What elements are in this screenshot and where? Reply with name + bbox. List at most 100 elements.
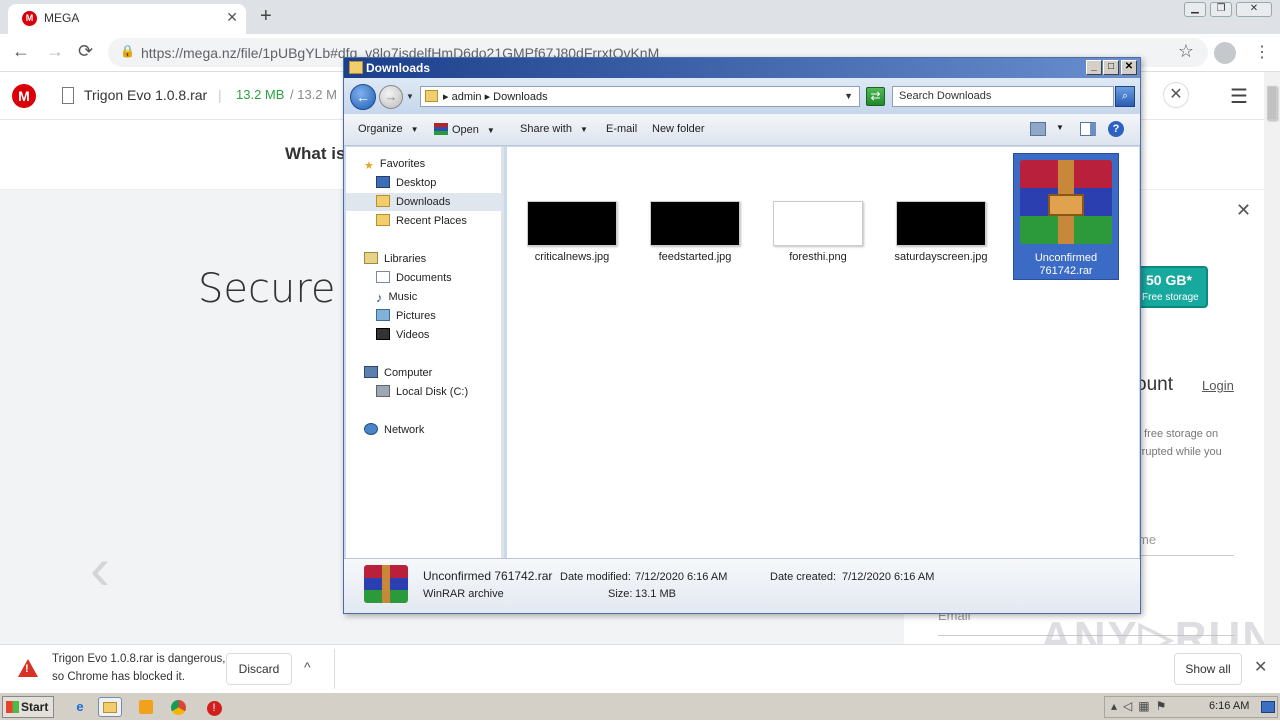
details-size: 13.1 MB — [635, 588, 676, 600]
nav-desktop[interactable]: Desktop — [376, 174, 436, 192]
mega-logo[interactable]: M — [12, 84, 36, 108]
shelf-close-icon[interactable]: ✕ — [1254, 657, 1267, 677]
restore-button[interactable]: ❐ — [1210, 2, 1232, 17]
image-thumbnail — [527, 201, 617, 246]
warning-icon: ! — [18, 659, 38, 677]
explorer-search-input[interactable]: Search Downloads — [892, 86, 1114, 107]
recent-pages-dropdown-icon[interactable]: ▼ — [406, 92, 414, 101]
email-button[interactable]: E-mail — [606, 123, 637, 135]
total-size: / 13.2 M — [290, 87, 337, 102]
nav-label: Documents — [396, 272, 452, 284]
mega-close-button[interactable]: ✕ — [1163, 82, 1189, 108]
back-button[interactable]: ← — [12, 41, 30, 62]
nav-label: Music — [388, 291, 418, 303]
nav-favorites[interactable]: ★ Favorites — [364, 155, 425, 173]
nav-downloads[interactable]: Downloads — [346, 193, 501, 211]
search-icon[interactable]: ⌕ — [1115, 86, 1135, 107]
page-scrollbar[interactable] — [1264, 72, 1280, 644]
new-tab-button[interactable]: + — [260, 5, 272, 28]
chrome-taskbar-icon[interactable] — [166, 697, 190, 717]
start-button[interactable]: Start — [2, 696, 54, 718]
system-tray: ▴◁▦⚑ 6:16 AM — [1104, 696, 1278, 718]
help-icon[interactable]: ? — [1108, 121, 1124, 137]
minimize-button[interactable]: ▁ — [1184, 2, 1206, 17]
file-item-foresthi[interactable]: foresthi.png — [765, 201, 871, 271]
tab-mega[interactable]: M MEGA ✕ — [8, 4, 246, 34]
nav-libraries[interactable]: Libraries — [364, 250, 426, 268]
file-item-criticalnews[interactable]: criticalnews.jpg — [519, 201, 625, 271]
scrollbar-thumb[interactable] — [1267, 86, 1277, 120]
file-label-line2: 761742.rar — [1039, 265, 1093, 277]
explorer-close-button[interactable]: ✕ — [1121, 60, 1137, 75]
share-with-button[interactable]: Share with ▼ — [520, 123, 588, 135]
forward-button[interactable]: → — [46, 41, 64, 62]
media-player-icon[interactable] — [134, 697, 158, 717]
show-all-button[interactable]: Show all — [1174, 653, 1242, 685]
image-thumbnail — [650, 201, 740, 246]
nav-videos[interactable]: Videos — [376, 326, 429, 344]
discard-button[interactable]: Discard — [226, 653, 292, 685]
recent-places-icon — [376, 214, 390, 226]
what-is-heading[interactable]: What is — [285, 144, 345, 164]
tab-title: MEGA — [44, 11, 80, 25]
file-item-unconfirmed-rar[interactable]: Unconfirmed 761742.rar — [1013, 153, 1119, 280]
show-desktop-icon[interactable] — [1261, 701, 1275, 713]
tray-icons[interactable]: ▴◁▦⚑ — [1111, 699, 1172, 713]
explorer-title: Downloads — [366, 61, 431, 75]
clock[interactable]: 6:16 AM — [1209, 700, 1249, 712]
explorer-back-button[interactable]: ← — [350, 84, 376, 110]
nav-pictures[interactable]: Pictures — [376, 307, 436, 325]
view-dropdown-icon[interactable]: ▼ — [1056, 123, 1064, 132]
panel-close-icon[interactable]: ✕ — [1236, 200, 1251, 221]
nav-network[interactable]: Network — [364, 421, 424, 439]
stop-icon[interactable]: ! — [202, 697, 226, 717]
organize-button[interactable]: Organize ▼ — [358, 123, 419, 135]
preview-pane-icon[interactable] — [1080, 122, 1096, 136]
explorer-command-bar: Organize ▼ Open ▼ Share with ▼ E-mail New f… — [344, 114, 1140, 146]
close-window-button[interactable]: ✕ — [1236, 2, 1272, 17]
videos-icon — [376, 328, 390, 340]
refresh-icon[interactable]: ⇄ — [866, 87, 885, 106]
tab-close-icon[interactable]: ✕ — [226, 9, 238, 26]
reload-button[interactable]: ⟳ — [78, 41, 93, 62]
profile-avatar[interactable] — [1214, 42, 1236, 64]
view-options-icon[interactable] — [1030, 122, 1046, 136]
libraries-icon — [364, 252, 378, 264]
file-name: Trigon Evo 1.0.8.rar — [84, 87, 208, 103]
new-folder-button[interactable]: New folder — [652, 123, 705, 135]
share-with-label: Share with — [520, 123, 572, 135]
explorer-minimize-button[interactable]: _ — [1086, 60, 1102, 75]
nav-computer[interactable]: Computer — [364, 364, 432, 382]
explorer-window: Downloads _ □ ✕ ← → ▼ ▸ admin ▸ Download… — [343, 57, 1141, 614]
nav-documents[interactable]: Documents — [376, 269, 452, 287]
explorer-forward-button[interactable]: → — [379, 85, 403, 109]
documents-icon — [376, 271, 390, 283]
explorer-maximize-button[interactable]: □ — [1103, 60, 1119, 75]
nav-music[interactable]: ♪ Music — [376, 288, 417, 306]
folder-icon — [349, 61, 363, 74]
carousel-prev-icon[interactable]: ‹ — [90, 534, 110, 603]
file-item-saturdayscreen[interactable]: saturdayscreen.jpg — [888, 201, 994, 271]
explorer-taskbar-icon[interactable] — [98, 697, 122, 717]
login-link[interactable]: Login — [1202, 378, 1234, 393]
breadcrumb[interactable]: ▸ admin ▸ Downloads — [443, 90, 548, 103]
start-label: Start — [21, 700, 49, 714]
chevron-up-icon[interactable]: ^ — [304, 659, 311, 675]
details-date-modified: 7/12/2020 6:16 AM — [635, 571, 728, 583]
chrome-menu-icon[interactable]: ⋮ — [1254, 42, 1270, 62]
nav-local-disk[interactable]: Local Disk (C:) — [376, 383, 468, 401]
ie-icon[interactable]: e — [68, 697, 92, 717]
name-input[interactable]: me — [1138, 532, 1234, 556]
details-file-name: Unconfirmed 761742.rar — [423, 569, 553, 583]
nav-recent-places[interactable]: Recent Places — [376, 212, 467, 230]
hamburger-menu-icon[interactable]: ☰ — [1230, 84, 1248, 109]
disk-icon — [376, 385, 390, 397]
open-button[interactable]: Open ▼ — [434, 123, 495, 136]
chevron-down-icon[interactable]: ▼ — [844, 91, 853, 101]
nav-label: Local Disk (C:) — [396, 386, 469, 398]
bookmark-star-icon[interactable]: ☆ — [1178, 41, 1194, 62]
nav-label: Computer — [384, 367, 433, 379]
explorer-title-bar[interactable]: Downloads _ □ ✕ — [344, 58, 1140, 78]
file-item-feedstarted[interactable]: feedstarted.jpg — [642, 201, 748, 271]
explorer-address-bar[interactable]: ▸ admin ▸ Downloads ▼ — [420, 86, 860, 107]
